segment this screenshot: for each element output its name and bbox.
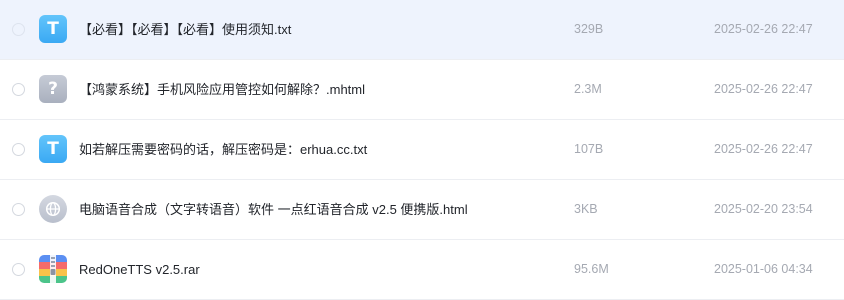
file-name[interactable]: RedOneTTS v2.5.rar: [79, 240, 200, 299]
file-list: T 【必看】【必看】【必看】使用须知.txt 329B 2025-02-26 2…: [0, 0, 844, 300]
row-select-checkbox[interactable]: [12, 23, 25, 36]
globe-icon: [45, 201, 61, 217]
file-date: 2025-02-26 22:47: [714, 22, 813, 36]
file-date: 2025-02-20 23:54: [714, 202, 813, 216]
icon-glyph: T: [47, 19, 59, 39]
row-select-checkbox[interactable]: [12, 83, 25, 96]
icon-glyph: ?: [48, 79, 58, 99]
icon-glyph: T: [47, 139, 59, 159]
file-date: 2025-02-26 22:47: [714, 82, 813, 96]
archive-file-icon: [39, 255, 67, 283]
txt-file-icon: T: [39, 15, 67, 43]
file-date: 2025-02-26 22:47: [714, 142, 813, 156]
row-select-checkbox[interactable]: [12, 263, 25, 276]
file-row[interactable]: T 如若解压需要密码的话，解压密码是：erhua.cc.txt 107B 202…: [0, 120, 844, 180]
file-size: 2.3M: [574, 82, 602, 96]
globe-file-icon: [39, 195, 67, 223]
row-select-checkbox[interactable]: [12, 143, 25, 156]
file-size: 329B: [574, 22, 604, 36]
file-size: 3KB: [574, 202, 598, 216]
file-date: 2025-01-06 04:34: [714, 262, 813, 276]
file-name[interactable]: 如若解压需要密码的话，解压密码是：erhua.cc.txt: [79, 120, 367, 179]
row-select-checkbox[interactable]: [12, 203, 25, 216]
file-row[interactable]: T 【必看】【必看】【必看】使用须知.txt 329B 2025-02-26 2…: [0, 0, 844, 60]
file-row[interactable]: 电脑语音合成（文字转语音）软件 一点红语音合成 v2.5 便携版.html 3K…: [0, 180, 844, 240]
txt-file-icon: T: [39, 135, 67, 163]
file-row[interactable]: RedOneTTS v2.5.rar 95.6M 2025-01-06 04:3…: [0, 240, 844, 300]
file-name[interactable]: 【必看】【必看】【必看】使用须知.txt: [79, 0, 291, 59]
file-name[interactable]: 【鸿蒙系统】手机风险应用管控如何解除？.mhtml: [79, 60, 365, 119]
archive-stripes-icon: [39, 255, 67, 283]
file-name[interactable]: 电脑语音合成（文字转语音）软件 一点红语音合成 v2.5 便携版.html: [79, 180, 468, 239]
unknown-file-icon: ?: [39, 75, 67, 103]
file-size: 95.6M: [574, 262, 609, 276]
file-row[interactable]: ? 【鸿蒙系统】手机风险应用管控如何解除？.mhtml 2.3M 2025-02…: [0, 60, 844, 120]
file-size: 107B: [574, 142, 604, 156]
